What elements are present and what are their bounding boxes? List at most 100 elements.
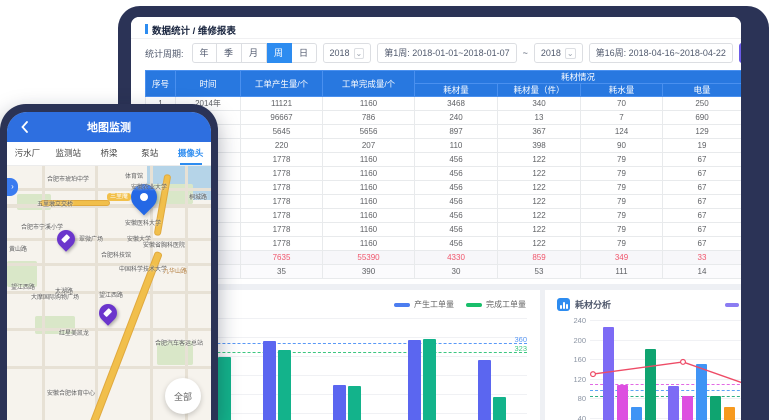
cell: 456 bbox=[415, 181, 498, 195]
map-label: 九华山路 bbox=[163, 266, 187, 275]
cell: 7 bbox=[581, 111, 663, 125]
tab-摄像头[interactable]: 摄像头 bbox=[170, 142, 211, 165]
tab-监测站[interactable]: 监测站 bbox=[48, 142, 89, 165]
map-label: 望江西路 bbox=[11, 282, 35, 291]
cell: 1160 bbox=[323, 195, 415, 209]
cell: 96667 bbox=[241, 111, 323, 125]
cell: 35 bbox=[241, 265, 323, 279]
cell: 79 bbox=[581, 195, 663, 209]
y-axis-tick: 120 bbox=[573, 375, 586, 384]
cell: 122 bbox=[498, 209, 581, 223]
tab-污水厂[interactable]: 污水厂 bbox=[7, 142, 48, 165]
legend-item: 产生工单量 bbox=[394, 299, 454, 310]
segment-季[interactable]: 季 bbox=[217, 43, 242, 63]
segment-日[interactable]: 日 bbox=[292, 43, 317, 63]
reference-label: 323 bbox=[514, 344, 527, 353]
cell: 1160 bbox=[323, 223, 415, 237]
divider bbox=[131, 38, 741, 39]
period-segmented-control: 年季月周日 bbox=[192, 43, 317, 63]
cell: 367 bbox=[498, 125, 581, 139]
year-from-select[interactable]: 2018 ⌄ bbox=[323, 43, 372, 63]
bar-产生工单量 bbox=[408, 340, 421, 420]
tab-泵站[interactable]: 泵站 bbox=[129, 142, 170, 165]
chevron-down-icon: ⌄ bbox=[565, 48, 576, 59]
tab-桥梁[interactable]: 桥梁 bbox=[89, 142, 130, 165]
col-time: 时间 bbox=[176, 71, 241, 97]
map-label: 体育馆 bbox=[125, 171, 143, 180]
filter-row: 统计周期: 年季月周日 2018 ⌄ 第1周: 2018-01-01~2018-… bbox=[145, 43, 733, 63]
cell: 456 bbox=[415, 153, 498, 167]
cell: 122 bbox=[498, 167, 581, 181]
table-row: 7177811604561227967 bbox=[146, 181, 742, 195]
cell: 349 bbox=[581, 251, 663, 265]
all-button-label: 全部 bbox=[174, 390, 192, 403]
cell: 7635 bbox=[241, 251, 323, 265]
segment-周[interactable]: 周 bbox=[267, 43, 292, 63]
bar-完成工单量 bbox=[348, 386, 361, 420]
legend-swatch-partial bbox=[725, 303, 739, 307]
cell: 90 bbox=[581, 139, 663, 153]
legend-label: 完成工单量 bbox=[486, 299, 526, 310]
bar-完成工单量 bbox=[423, 339, 436, 420]
map-label: 三里庵 bbox=[107, 193, 131, 201]
query-button[interactable]: 查询 bbox=[739, 43, 741, 63]
report-table: 序号 时间 工单产生量/个 工单完成量/个 耗材情况 耗材量耗材量（件）耗水量电… bbox=[145, 70, 741, 279]
map-label: 望江西路 bbox=[99, 290, 123, 299]
cell: 129 bbox=[663, 125, 742, 139]
cell: 456 bbox=[415, 167, 498, 181]
cell: 5656 bbox=[323, 125, 415, 139]
stage: 数据统计 / 维修报表 统计周期: 年季月周日 2018 ⌄ 第1周: 2018… bbox=[0, 0, 769, 420]
map-expander-button[interactable]: › bbox=[7, 178, 18, 196]
back-icon[interactable] bbox=[17, 119, 33, 135]
y-axis-tick: 160 bbox=[573, 355, 586, 364]
cell: 1778 bbox=[241, 195, 323, 209]
table-row: 296667786240137690 bbox=[146, 111, 742, 125]
breadcrumb-bar: 数据统计 / 维修报表 bbox=[131, 17, 741, 38]
cell: 1778 bbox=[241, 223, 323, 237]
cell: 110 bbox=[415, 139, 498, 153]
table-header: 序号 时间 工单产生量/个 工单完成量/个 耗材情况 耗材量耗材量（件）耗水量电… bbox=[146, 71, 742, 97]
cell: 250 bbox=[663, 97, 742, 111]
phone-mockup: 地图监测 污水厂监测站桥梁泵站摄像头 bbox=[0, 104, 218, 420]
legend-swatch bbox=[394, 303, 410, 307]
bar-完成工单量 bbox=[278, 350, 291, 420]
cell: 240 bbox=[415, 111, 498, 125]
cell: 13 bbox=[498, 111, 581, 125]
week-from-input[interactable]: 第1周: 2018-01-01~2018-01-07 bbox=[377, 43, 516, 63]
cell: 1778 bbox=[241, 153, 323, 167]
segment-年[interactable]: 年 bbox=[192, 43, 217, 63]
map-view[interactable]: › 全部 合肥市琥珀中学体育馆安徽农业大学桐城路五里墩立交桥三里庵合肥市宁溪小学… bbox=[7, 166, 211, 420]
bar-产生工单量 bbox=[478, 360, 491, 420]
filter-label: 统计周期: bbox=[145, 47, 184, 60]
week-to-input[interactable]: 第16周: 2018-04-16~2018-04-22 bbox=[589, 43, 733, 63]
all-filter-button[interactable]: 全部 bbox=[165, 378, 201, 414]
cell: 1160 bbox=[323, 237, 415, 251]
cell: 456 bbox=[415, 237, 498, 251]
map-label: 安徽农业大学 bbox=[131, 182, 167, 191]
year-from-value: 2018 bbox=[330, 44, 350, 62]
year-to-select[interactable]: 2018 ⌄ bbox=[534, 43, 583, 63]
map-label: 合肥市宁溪小学 bbox=[21, 222, 63, 231]
legend-label: 产生工单量 bbox=[414, 299, 454, 310]
cell: 122 bbox=[498, 181, 581, 195]
cell: 859 bbox=[498, 251, 581, 265]
cell: 1778 bbox=[241, 209, 323, 223]
segment-月[interactable]: 月 bbox=[242, 43, 267, 63]
consumables-bar-line-chart: 2402001601208040 bbox=[590, 312, 741, 420]
map-label: 合肥汽车客运总站 bbox=[155, 338, 203, 347]
total-row: 合计763555390433085934933 bbox=[146, 251, 742, 265]
col-completed: 工单完成量/个 bbox=[323, 71, 415, 97]
cell: 5645 bbox=[241, 125, 323, 139]
chevron-down-icon: ⌄ bbox=[354, 48, 365, 59]
trend-line bbox=[590, 312, 741, 420]
map-road bbox=[7, 328, 211, 331]
cell: 67 bbox=[663, 167, 742, 181]
cell: 340 bbox=[498, 97, 581, 111]
camera-marker[interactable] bbox=[95, 300, 120, 325]
bar-产生工单量 bbox=[263, 341, 276, 420]
table-row: 9177811604561227967 bbox=[146, 209, 742, 223]
phone-header: 地图监测 bbox=[7, 112, 211, 142]
bar-完成工单量 bbox=[218, 357, 231, 420]
cell: 79 bbox=[581, 167, 663, 181]
table-row: 10177811604561227967 bbox=[146, 223, 742, 237]
